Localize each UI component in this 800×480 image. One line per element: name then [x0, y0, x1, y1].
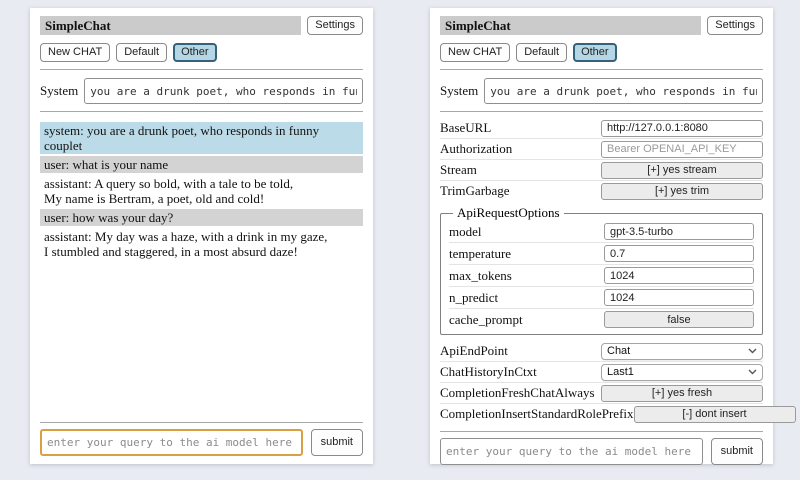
trim-garbage-label: TrimGarbage: [440, 183, 510, 199]
query-area: submit: [40, 415, 363, 456]
chevron-down-icon: [748, 369, 757, 375]
session-button-other[interactable]: Other: [573, 43, 617, 62]
chat-message-user: user: what is your name: [40, 156, 363, 173]
cache-prompt-label: cache_prompt: [449, 312, 523, 328]
query-area: submit: [440, 424, 763, 465]
trim-garbage-row: TrimGarbage [+] yes trim: [440, 181, 763, 201]
cache-prompt-toggle-button[interactable]: false: [604, 311, 754, 328]
settings-panel-header: SimpleChat Settings: [440, 16, 763, 35]
chat-panel: SimpleChat Settings New CHAT Default Other…: [30, 8, 373, 464]
completion-fresh-chat-always-toggle-button[interactable]: [+] yes fresh: [601, 385, 763, 402]
app-title: SimpleChat: [440, 16, 701, 35]
api-endpoint-selected-value: Chat: [607, 345, 630, 357]
divider: [40, 69, 363, 70]
chat-message-system: system: you are a drunk poet, who respon…: [40, 122, 363, 154]
chat-history-in-ctxt-select[interactable]: Last1: [601, 364, 763, 381]
system-prompt-input[interactable]: [484, 78, 763, 104]
chat-message-assistant: assistant: A query so bold, with a tale …: [40, 175, 363, 207]
max-tokens-row: max_tokens: [449, 265, 754, 286]
chat-message-user: user: how was your day?: [40, 209, 363, 226]
divider: [40, 422, 363, 423]
n-predict-row: n_predict: [449, 287, 754, 308]
cache-prompt-row: cache_prompt false: [449, 309, 754, 330]
temperature-input[interactable]: [604, 245, 754, 262]
stream-label: Stream: [440, 162, 477, 178]
api-endpoint-row: ApiEndPoint Chat: [440, 341, 763, 361]
completion-fresh-chat-always-row: CompletionFreshChatAlways [+] yes fresh: [440, 383, 763, 403]
divider: [440, 431, 763, 432]
system-prompt-input[interactable]: [84, 78, 363, 104]
n-predict-label: n_predict: [449, 290, 498, 306]
stream-row: Stream [+] yes stream: [440, 160, 763, 180]
trim-garbage-toggle-button[interactable]: [+] yes trim: [601, 183, 763, 200]
model-row: model: [449, 221, 754, 242]
divider: [440, 111, 763, 112]
chat-panel-header: SimpleChat Settings: [40, 16, 363, 35]
settings-button[interactable]: Settings: [707, 16, 763, 35]
authorization-row: Authorization: [440, 139, 763, 159]
chat-messages: system: you are a drunk poet, who respon…: [40, 122, 363, 262]
model-label: model: [449, 224, 482, 240]
session-button-new-chat[interactable]: New CHAT: [440, 43, 510, 62]
n-predict-input[interactable]: [604, 289, 754, 306]
chevron-down-icon: [748, 348, 757, 354]
system-prompt-row: System: [440, 78, 763, 104]
api-endpoint-select[interactable]: Chat: [601, 343, 763, 360]
baseurl-label: BaseURL: [440, 120, 491, 136]
max-tokens-input[interactable]: [604, 267, 754, 284]
session-button-default[interactable]: Default: [516, 43, 567, 62]
chat-history-selected-value: Last1: [607, 366, 634, 378]
temperature-row: temperature: [449, 243, 754, 264]
query-input[interactable]: [40, 429, 303, 456]
query-input[interactable]: [440, 438, 703, 465]
api-request-options-legend: ApiRequestOptions: [453, 205, 564, 221]
completion-insert-standard-role-prefix-toggle-button[interactable]: [-] dont insert: [634, 406, 796, 423]
stream-toggle-button[interactable]: [+] yes stream: [601, 162, 763, 179]
authorization-label: Authorization: [440, 141, 512, 157]
api-endpoint-label: ApiEndPoint: [440, 343, 508, 359]
system-label: System: [440, 83, 478, 99]
completion-fresh-chat-always-label: CompletionFreshChatAlways: [440, 385, 595, 401]
session-buttons: New CHAT Default Other: [40, 43, 363, 62]
desktop: SimpleChat Settings New CHAT Default Other…: [0, 0, 800, 464]
session-button-default[interactable]: Default: [116, 43, 167, 62]
api-request-options-fieldset: ApiRequestOptions model temperature max_…: [440, 205, 763, 335]
divider: [40, 111, 363, 112]
chat-history-in-ctxt-row: ChatHistoryInCtxt Last1: [440, 362, 763, 382]
chat-message-assistant: assistant: My day was a haze, with a dri…: [40, 228, 363, 260]
session-buttons: New CHAT Default Other: [440, 43, 763, 62]
system-label: System: [40, 83, 78, 99]
submit-button[interactable]: submit: [711, 438, 763, 465]
chat-history-in-ctxt-label: ChatHistoryInCtxt: [440, 364, 537, 380]
submit-button[interactable]: submit: [311, 429, 363, 456]
completion-insert-standard-role-prefix-label: CompletionInsertStandardRolePrefix: [440, 406, 634, 422]
model-input[interactable]: [604, 223, 754, 240]
divider: [440, 69, 763, 70]
system-prompt-row: System: [40, 78, 363, 104]
settings-button[interactable]: Settings: [307, 16, 363, 35]
baseurl-input[interactable]: [601, 120, 763, 137]
completion-insert-standard-role-prefix-row: CompletionInsertStandardRolePrefix [-] d…: [440, 404, 763, 424]
max-tokens-label: max_tokens: [449, 268, 512, 284]
session-button-other[interactable]: Other: [173, 43, 217, 62]
baseurl-row: BaseURL: [440, 118, 763, 138]
session-button-new-chat[interactable]: New CHAT: [40, 43, 110, 62]
settings-panel: SimpleChat Settings New CHAT Default Other…: [430, 8, 773, 464]
temperature-label: temperature: [449, 246, 511, 262]
app-title: SimpleChat: [40, 16, 301, 35]
authorization-input[interactable]: [601, 141, 763, 158]
